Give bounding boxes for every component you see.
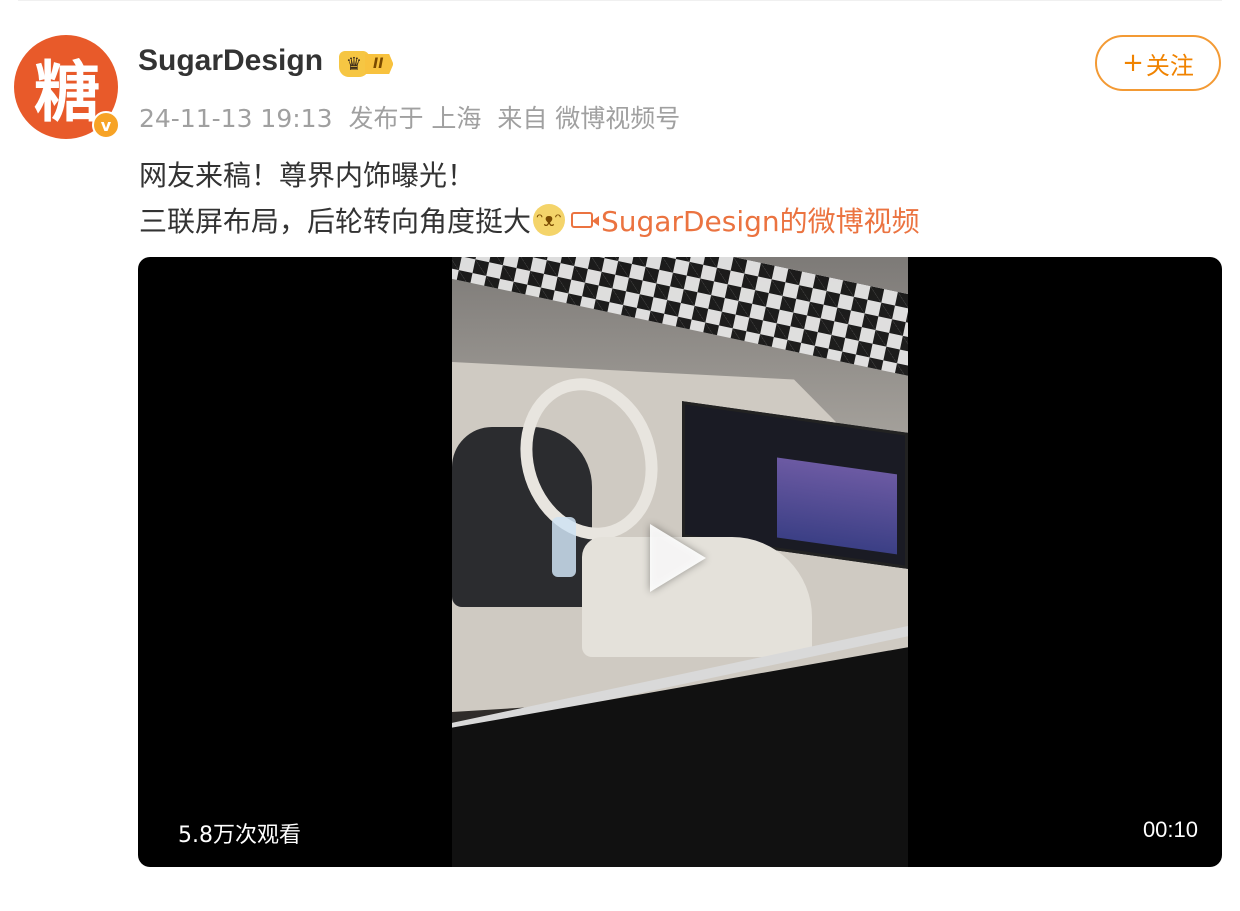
video-camera-icon <box>571 212 600 228</box>
video-link-label: SugarDesign的微博视频 <box>601 205 920 238</box>
video-link[interactable]: SugarDesign的微博视频 <box>571 200 920 240</box>
level-tag: II <box>365 54 394 74</box>
post-source[interactable]: 来自 微博视频号 <box>497 104 680 133</box>
post-meta: 24-11-13 19:13 发布于 上海 来自 微博视频号 <box>139 99 688 135</box>
avatar[interactable]: 糖 v <box>14 35 120 141</box>
camouflage-pattern <box>452 257 908 383</box>
verified-icon: v <box>92 111 120 139</box>
username-link[interactable]: SugarDesign <box>138 44 323 78</box>
follow-label: 关注 <box>1145 51 1194 80</box>
video-duration: 00:10 <box>1142 817 1198 842</box>
crown-icon: ♛ <box>339 51 369 77</box>
post-text-line-1: 网友来稿！尊界内饰曝光！ <box>139 159 476 192</box>
post-text-line-2-content: 三联屏布局，后轮转向角度挺大 <box>139 205 532 238</box>
avatar-logo-glyph: 糖 <box>34 53 100 131</box>
play-icon[interactable] <box>650 524 706 592</box>
post-location: 发布于 上海 <box>348 104 482 133</box>
video-player[interactable]: 5.8万次观看 00:10 <box>138 257 1222 867</box>
post-timestamp[interactable]: 24-11-13 19:13 <box>139 104 332 133</box>
doge-emoji-icon: ᵔᴥᵔ <box>533 204 566 236</box>
member-level-badge[interactable]: ♛ II <box>339 50 415 78</box>
follow-button[interactable]: + 关注 <box>1095 35 1221 91</box>
post-text-line-2: 三联屏布局，后轮转向角度挺大 ᵔᴥᵔ SugarDesign的微博视频 <box>139 200 920 240</box>
top-divider <box>18 0 1222 1</box>
view-count: 5.8万次观看 <box>178 823 301 848</box>
water-bottle <box>552 517 576 577</box>
plus-icon: + <box>1122 48 1144 78</box>
